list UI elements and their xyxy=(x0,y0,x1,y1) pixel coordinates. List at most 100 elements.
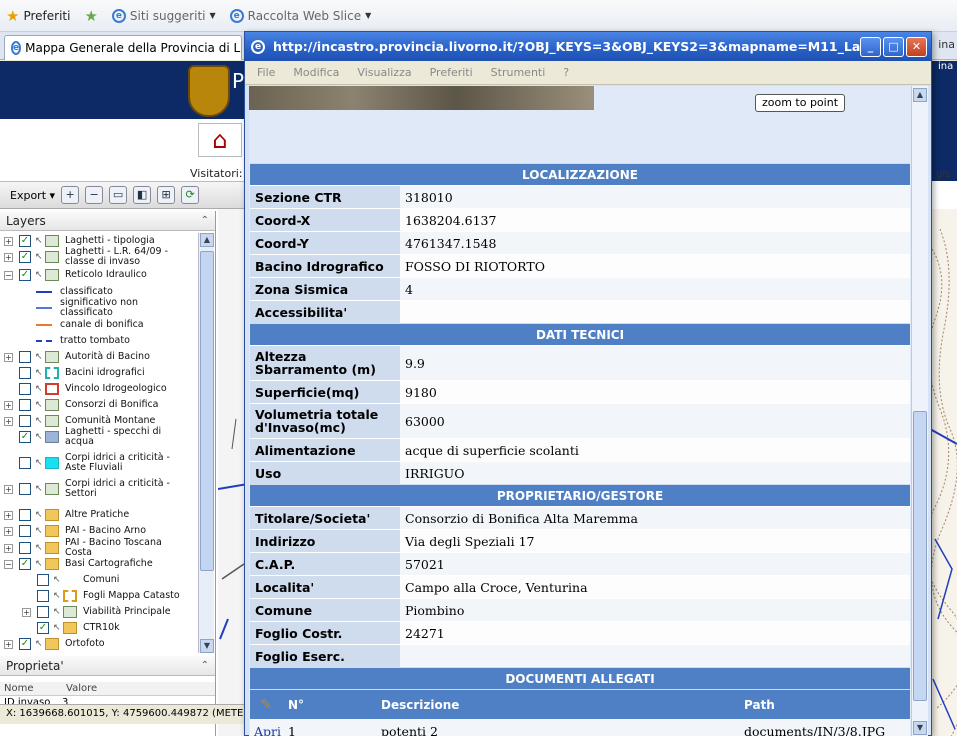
expand-node-icon[interactable]: + xyxy=(4,352,13,362)
menu-item[interactable]: Visualizza xyxy=(357,66,411,79)
layer-visibility-checkbox[interactable] xyxy=(37,574,49,586)
layer-visibility-checkbox[interactable] xyxy=(19,399,31,411)
layer-item[interactable]: + ↖ Consorzi di Bonifica xyxy=(0,397,159,413)
layer-visibility-checkbox[interactable] xyxy=(19,367,31,379)
scroll-thumb[interactable] xyxy=(200,251,214,571)
export-button[interactable]: Export ▾ xyxy=(10,189,55,202)
layer-visibility-checkbox[interactable] xyxy=(19,542,31,554)
scroll-up-icon[interactable]: ▲ xyxy=(913,88,927,102)
collapse-node-icon[interactable]: − xyxy=(4,270,13,280)
selectable-pointer-icon[interactable]: ↖ xyxy=(35,559,43,569)
selectable-pointer-icon[interactable]: ↖ xyxy=(35,484,43,494)
layer-item[interactable]: ✓ ↖ CTR10k xyxy=(0,620,120,636)
popup-scrollbar[interactable]: ▲ ▼ xyxy=(911,86,928,736)
expand-node-icon[interactable]: + xyxy=(4,526,13,536)
selectable-pointer-icon[interactable]: ↖ xyxy=(35,458,43,468)
selectable-pointer-icon[interactable]: ↖ xyxy=(35,416,43,426)
layer-visibility-checkbox[interactable]: ✓ xyxy=(19,558,31,570)
layer-item[interactable]: + ↖ Autorità di Bacino xyxy=(0,349,150,365)
selectable-pointer-icon[interactable]: ↖ xyxy=(35,236,43,246)
selectable-pointer-icon[interactable]: ↖ xyxy=(35,400,43,410)
layer-item[interactable]: ↖ Fogli Mappa Catasto xyxy=(0,588,180,604)
layer-item[interactable]: ↖ Corpi idrici a criticità - Aste Fluvial… xyxy=(0,453,175,473)
layer-visibility-checkbox[interactable] xyxy=(19,383,31,395)
zoom-to-point-button[interactable]: zoom to point xyxy=(755,94,845,112)
tab-mappa-generale[interactable]: e Mappa Generale della Provincia di Livo… xyxy=(4,35,242,60)
selectable-pointer-icon[interactable]: ↖ xyxy=(35,639,43,649)
menu-item[interactable]: File xyxy=(257,66,275,79)
menu-item[interactable]: Modifica xyxy=(293,66,339,79)
selectable-pointer-icon[interactable]: ↖ xyxy=(35,352,43,362)
selectable-pointer-icon[interactable]: ↖ xyxy=(53,607,61,617)
layer-visibility-checkbox[interactable] xyxy=(19,351,31,363)
full-extent-icon[interactable]: ⊞ xyxy=(157,186,176,204)
layer-item[interactable]: ✓ ↖ Laghetti - specchi di acqua xyxy=(0,427,175,447)
zoom-out-icon[interactable]: − xyxy=(85,186,104,204)
zoom-previous-icon[interactable]: ◧ xyxy=(133,186,152,204)
layer-visibility-checkbox[interactable]: ✓ xyxy=(37,622,49,634)
layer-item[interactable]: − ✓ ↖ Basi Cartografiche xyxy=(0,556,153,572)
scroll-thumb[interactable] xyxy=(913,411,927,701)
selectable-pointer-icon[interactable]: ↖ xyxy=(35,432,43,442)
layer-visibility-checkbox[interactable]: ✓ xyxy=(19,235,31,247)
selectable-pointer-icon[interactable]: ↖ xyxy=(35,252,43,262)
expand-node-icon[interactable]: + xyxy=(4,543,13,553)
layer-item[interactable]: + ↖ PAI - Bacino Toscana Costa xyxy=(0,538,175,558)
layer-item[interactable]: canale di bonifica xyxy=(0,317,144,333)
minimize-button[interactable]: _ xyxy=(860,37,881,57)
expand-node-icon[interactable]: + xyxy=(22,607,31,617)
scroll-up-icon[interactable]: ▲ xyxy=(200,233,214,247)
layer-visibility-checkbox[interactable] xyxy=(37,606,49,618)
refresh-map-icon[interactable]: ⟳ xyxy=(181,186,200,204)
selectable-pointer-icon[interactable]: ↖ xyxy=(35,368,43,378)
layer-item[interactable]: + ✓ ↖ Ortofoto xyxy=(0,636,105,652)
menu-item[interactable]: Strumenti xyxy=(491,66,546,79)
selectable-pointer-icon[interactable]: ↖ xyxy=(35,543,43,553)
expand-node-icon[interactable]: + xyxy=(4,236,13,246)
favorites-button[interactable]: ★ Preferiti xyxy=(6,7,70,25)
scroll-down-icon[interactable]: ▼ xyxy=(913,721,927,735)
layer-visibility-checkbox[interactable] xyxy=(19,483,31,495)
selectable-pointer-icon[interactable]: ↖ xyxy=(53,575,61,585)
selectable-pointer-icon[interactable]: ↖ xyxy=(53,591,61,601)
layer-visibility-checkbox[interactable]: ✓ xyxy=(19,251,31,263)
layer-item[interactable]: ↖ Vincolo Idrogeologico xyxy=(0,381,167,397)
layer-visibility-checkbox[interactable]: ✓ xyxy=(19,431,31,443)
menu-item[interactable]: Preferiti xyxy=(430,66,473,79)
collapse-icon[interactable]: ⌃ xyxy=(201,660,209,671)
scroll-down-icon[interactable]: ▼ xyxy=(200,639,214,653)
expand-node-icon[interactable]: + xyxy=(4,510,13,520)
layer-visibility-checkbox[interactable]: ✓ xyxy=(19,269,31,281)
layer-item[interactable]: − ✓ ↖ Reticolo Idraulico xyxy=(0,267,147,283)
layer-item[interactable]: ↖ Bacini idrografici xyxy=(0,365,145,381)
open-document-link[interactable]: Apri xyxy=(250,724,288,736)
layer-visibility-checkbox[interactable] xyxy=(19,457,31,469)
layer-item[interactable]: + ↖ Altre Pratiche xyxy=(0,507,129,523)
layer-item[interactable]: + ↖ Viabilità Principale xyxy=(0,604,171,620)
zoom-in-icon[interactable]: + xyxy=(61,186,80,204)
expand-node-icon[interactable]: + xyxy=(4,639,13,649)
expand-node-icon[interactable]: + xyxy=(4,484,13,494)
layer-visibility-checkbox[interactable] xyxy=(37,590,49,602)
selectable-pointer-icon[interactable]: ↖ xyxy=(35,270,43,280)
map-canvas-right[interactable] xyxy=(930,209,957,736)
suggested-sites-link[interactable]: e Siti suggeriti ▼ xyxy=(111,8,216,23)
expand-node-icon[interactable]: + xyxy=(4,400,13,410)
web-slice-link[interactable]: e Raccolta Web Slice ▼ xyxy=(229,8,371,23)
expand-node-icon[interactable]: + xyxy=(4,416,13,426)
selectable-pointer-icon[interactable]: ↖ xyxy=(35,384,43,394)
layer-visibility-checkbox[interactable]: ✓ xyxy=(19,638,31,650)
layer-item[interactable]: + ↖ Corpi idrici a criticità - Settori xyxy=(0,479,175,499)
layers-scrollbar[interactable]: ▲ ▼ xyxy=(198,233,214,653)
layer-visibility-checkbox[interactable] xyxy=(19,415,31,427)
selectable-pointer-icon[interactable]: ↖ xyxy=(53,623,61,633)
collapse-node-icon[interactable]: − xyxy=(4,559,13,569)
selectable-pointer-icon[interactable]: ↖ xyxy=(35,526,43,536)
layer-visibility-checkbox[interactable] xyxy=(19,525,31,537)
layer-visibility-checkbox[interactable] xyxy=(19,509,31,521)
add-favorite-button[interactable]: ★ xyxy=(84,7,97,25)
layer-item[interactable]: ↖ Comuni xyxy=(0,572,119,588)
layer-item[interactable]: tratto tombato xyxy=(0,333,130,349)
collapse-icon[interactable]: ⌃ xyxy=(201,215,209,226)
layer-item[interactable]: + ✓ ↖ Laghetti - L.R. 64/09 - classe di inv… xyxy=(0,247,175,267)
